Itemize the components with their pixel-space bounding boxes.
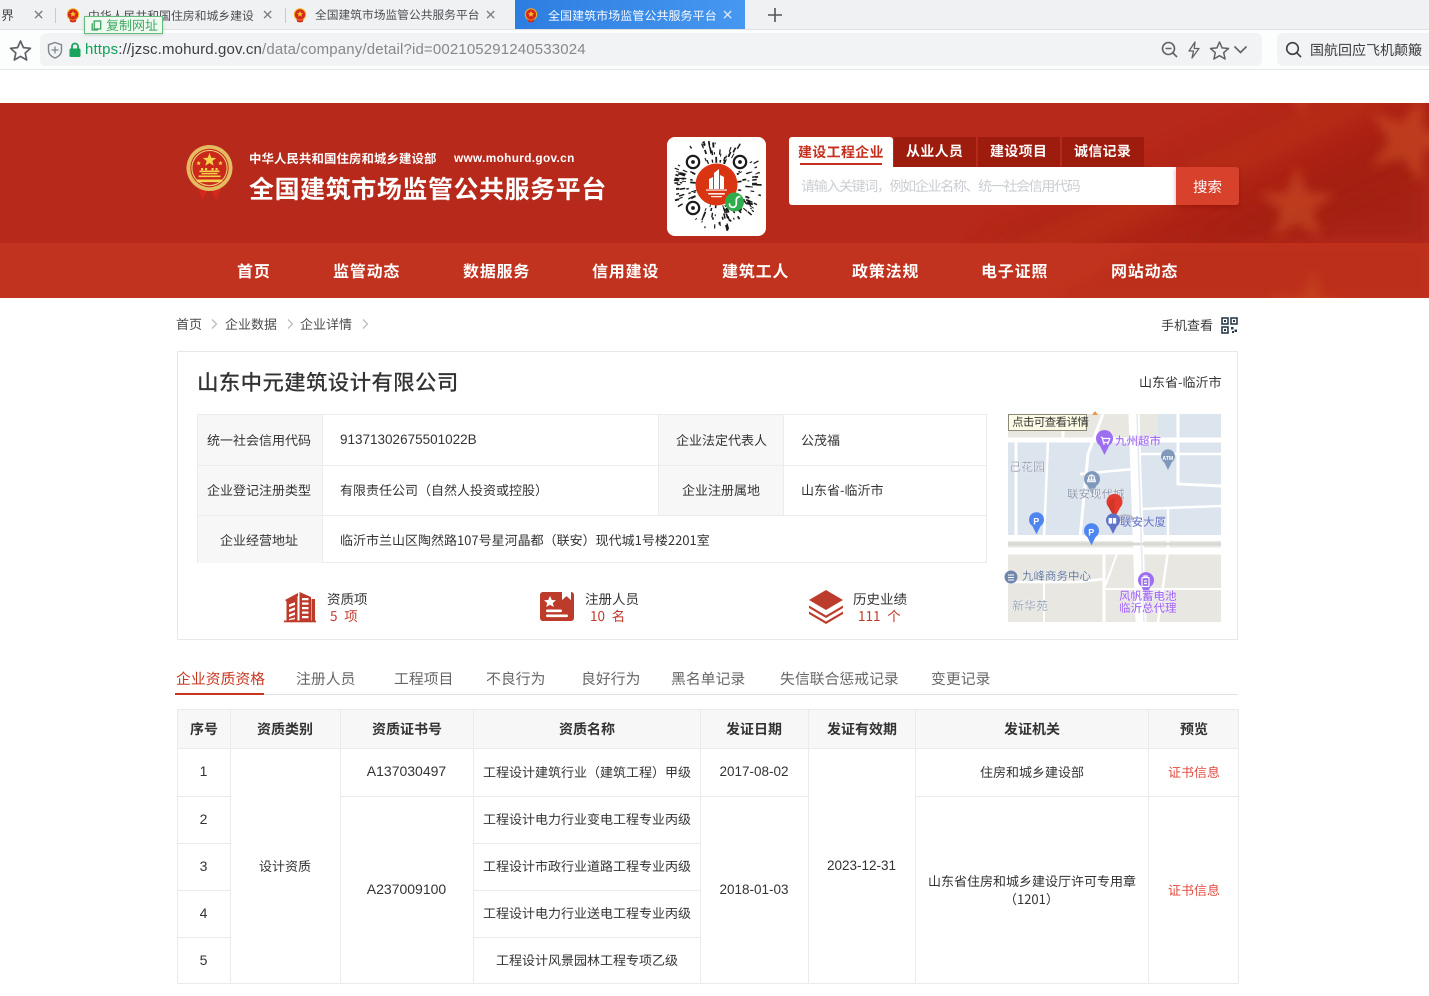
svg-text:P: P bbox=[1033, 516, 1039, 526]
svg-text:ATM: ATM bbox=[1162, 456, 1173, 462]
svg-text:P: P bbox=[1088, 527, 1094, 537]
